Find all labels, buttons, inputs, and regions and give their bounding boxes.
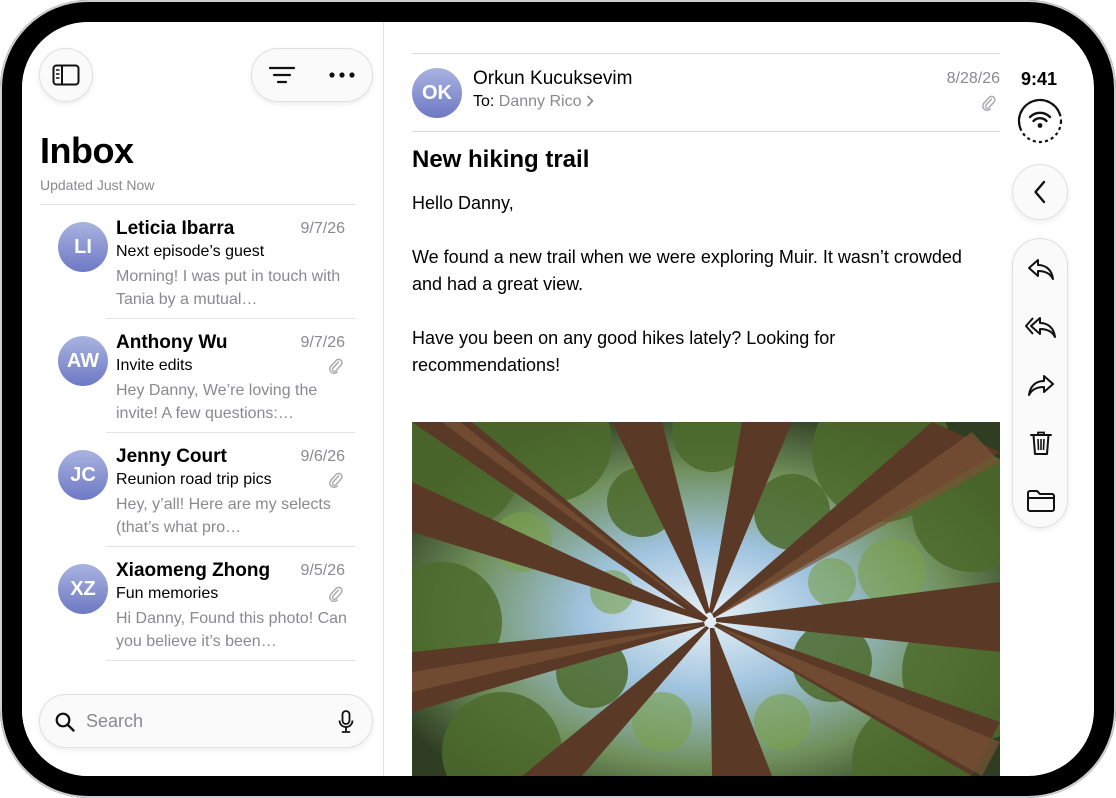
reply-all-icon [1025,317,1056,338]
reply-all-button[interactable] [1025,311,1057,343]
redwood-canopy-image [412,422,1000,776]
message-date: 8/28/26 [946,70,1000,87]
message-preview: Hi Danny, Found this photo! Can you beli… [116,610,347,650]
message-view: OK Orkun Kucuksevim To: Danny Rico 8/28/… [384,22,1000,776]
move-to-folder-button[interactable] [1025,485,1057,517]
message-subject: Next episode’s guest [116,243,265,260]
microphone-icon [338,710,354,733]
message-date: 9/7/26 [300,334,345,351]
message-preview: Hey Danny, We’re loving the invite! A fe… [116,382,318,422]
message-preview: Hey, y’all! Here are my selects (that’s … [116,496,331,536]
message-subject: Fun memories [116,585,219,602]
message-date: 9/5/26 [300,562,345,579]
paperclip-icon [329,472,343,488]
sender-name: Anthony Wu [116,332,228,353]
filter-icon [269,66,295,84]
to-label: To: [473,93,495,110]
divider [40,204,355,205]
message-subject: Reunion road trip pics [116,471,272,488]
chevron-left-icon [1034,180,1046,204]
message-preview: Morning! I was put in touch with Tania b… [116,268,341,308]
update-status: Updated Just Now [40,177,155,193]
sender-name: Leticia Ibarra [116,218,235,239]
divider [412,53,1000,54]
sender-avatar[interactable]: OK [412,68,462,118]
message-actions [1012,238,1068,528]
sender-avatar: LI [58,222,108,272]
search-field[interactable]: Search [39,694,373,748]
sender-name: Jenny Court [116,446,227,467]
message-subject: Invite edits [116,357,193,374]
message-subject: New hiking trail [412,146,590,173]
divider [106,318,355,319]
sidebar-icon [52,64,80,86]
recipient-line[interactable]: To: Danny Rico [473,93,594,111]
message-list-item[interactable]: JC Jenny Court 9/6/26 Reunion road trip pic… [40,434,355,547]
message-list-item[interactable]: AW Anthony Wu 9/7/26 Invite edits Hey Danny,… [40,320,355,433]
back-button[interactable] [1012,164,1068,220]
divider [106,660,355,661]
body-paragraph: Hello Danny, [412,193,514,213]
reply-icon [1028,259,1054,280]
forward-icon [1028,375,1054,396]
search-icon [55,712,75,732]
sender-avatar: AW [58,336,108,386]
dictation-button[interactable] [338,710,354,739]
body-paragraph: We found a new trail when we were explor… [412,247,962,294]
forward-button[interactable] [1025,369,1057,401]
trash-button[interactable] [1025,427,1057,459]
list-options-group [251,48,373,102]
filter-button[interactable] [269,66,295,84]
paperclip-icon [329,358,343,374]
paperclip-icon [329,586,343,602]
search-input[interactable]: Search [86,711,143,732]
mailbox-sidebar: Inbox Updated Just Now LI Leticia Ibarra 9… [22,22,384,776]
divider [412,131,1000,132]
sender-avatar: XZ [58,564,108,614]
device-frame: Inbox Updated Just Now LI Leticia Ibarra 9… [0,0,1116,798]
divider [106,546,355,547]
chevron-right-icon [587,95,594,107]
mailbox-title: Inbox [40,130,134,171]
status-time: 9:41 [1021,69,1058,89]
more-icon [329,72,355,78]
reply-button[interactable] [1025,253,1057,285]
message-list-item[interactable]: XZ Xiaomeng Zhong 9/5/26 Fun memories Hi Dan… [40,548,355,661]
message-body: Hello Danny, We found a new trail when w… [412,190,972,406]
sender-avatar: JC [58,450,108,500]
message-list-item[interactable]: LI Leticia Ibarra 9/7/26 Next episode’s gue… [40,206,355,319]
message-date: 9/7/26 [300,220,345,237]
recipient-name[interactable]: Danny Rico [499,93,582,110]
paperclip-icon [982,95,996,111]
sender-name[interactable]: Orkun Kucuksevim [473,68,632,90]
message-date: 9/6/26 [300,448,345,465]
screen: Inbox Updated Just Now LI Leticia Ibarra 9… [22,22,1094,776]
body-paragraph: Have you been on any good hikes lately? … [412,328,836,375]
trash-icon [1030,431,1052,455]
more-button[interactable] [329,72,355,78]
folder-icon [1027,490,1055,512]
sidebar-toggle-button[interactable] [39,48,93,102]
divider [106,432,355,433]
sender-name: Xiaomeng Zhong [116,560,271,581]
wifi-icon [1017,98,1063,144]
attached-photo[interactable] [412,422,1000,776]
